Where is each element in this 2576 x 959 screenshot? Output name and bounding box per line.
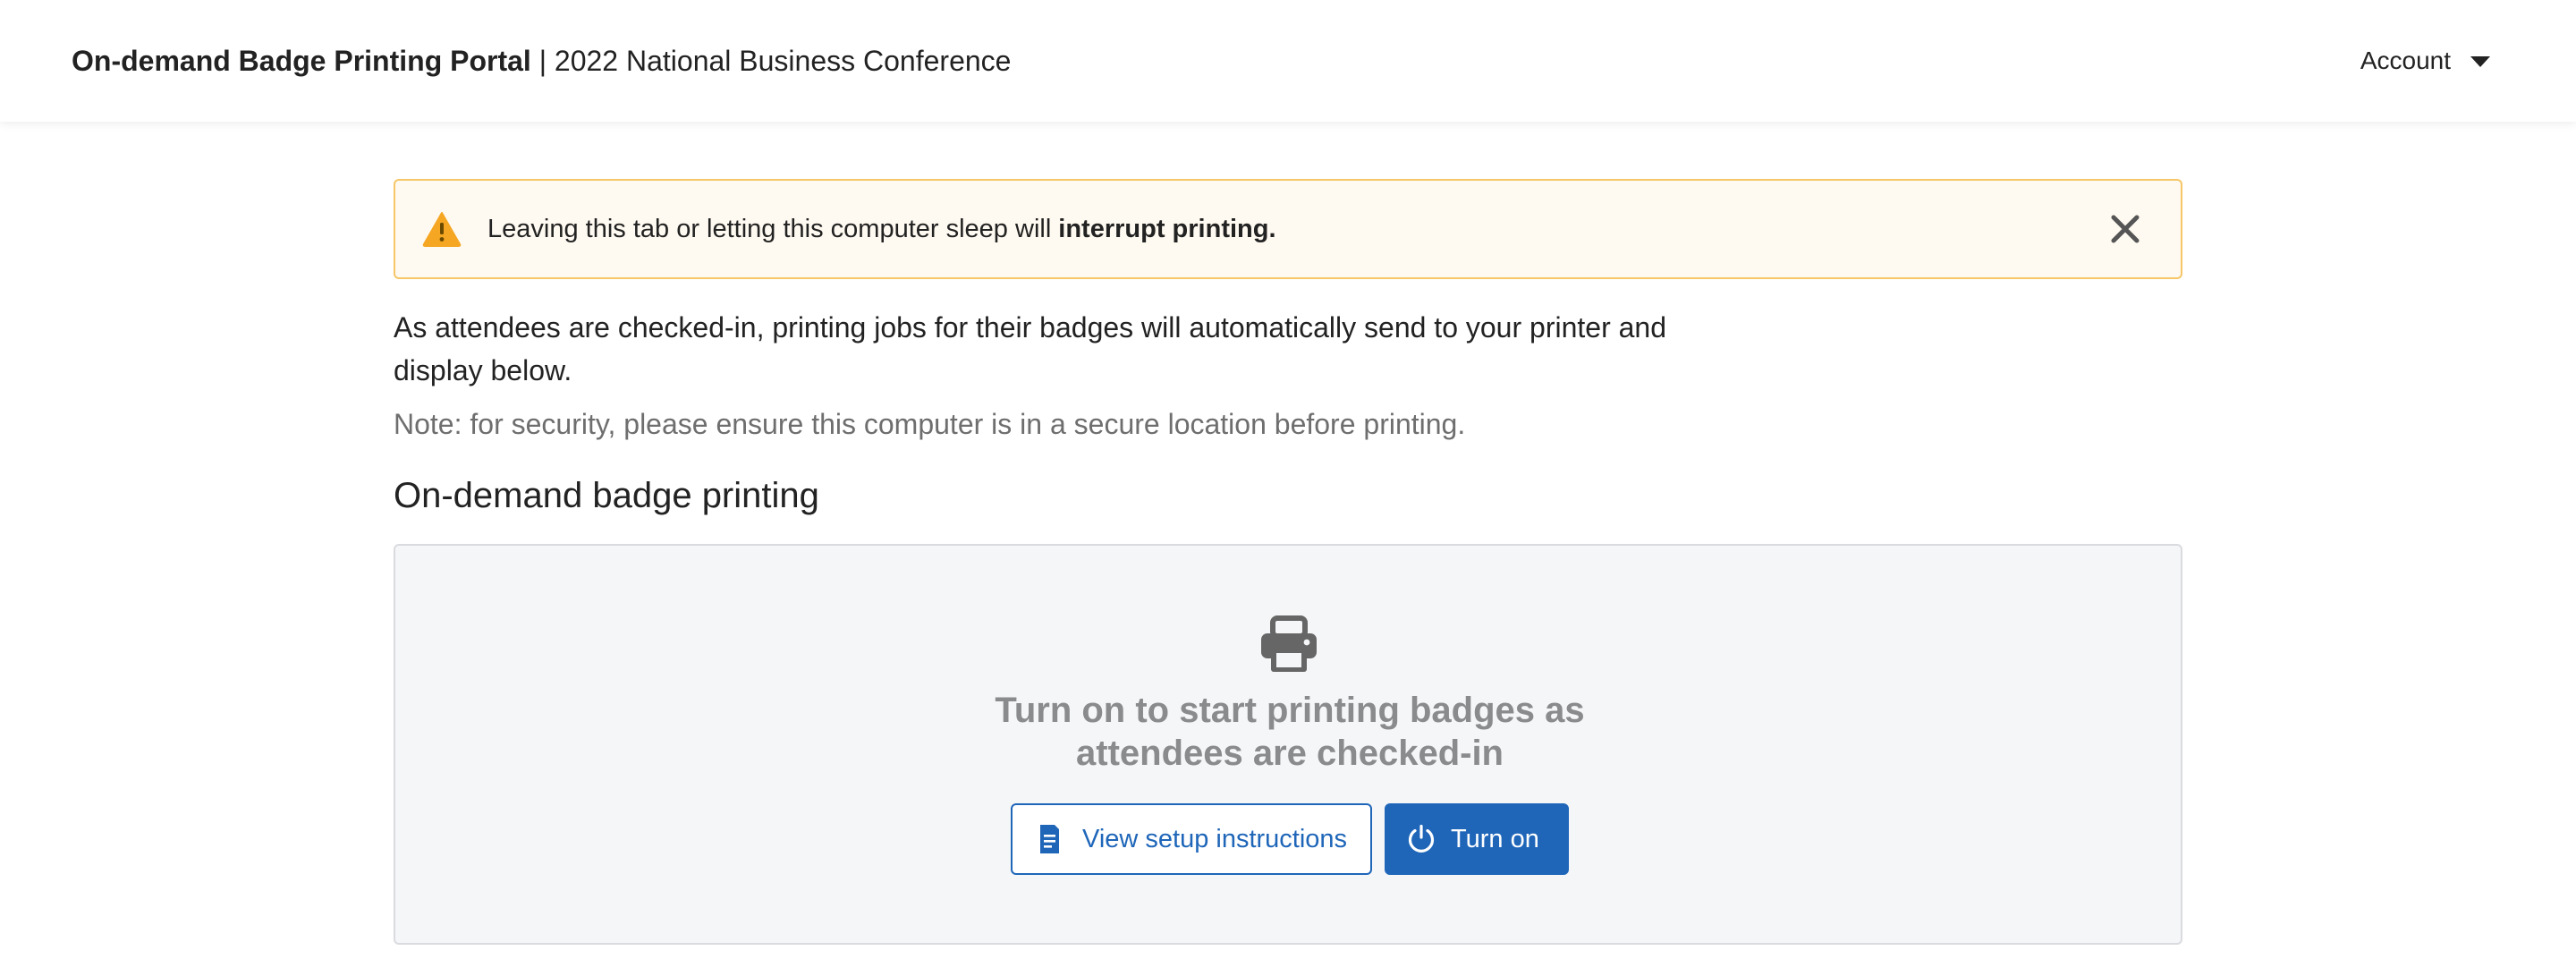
alert-emphasis: interrupt printing. bbox=[1058, 214, 1276, 243]
portal-name: On-demand Badge Printing Portal bbox=[72, 45, 531, 77]
panel-message: Turn on to start printing badges as atte… bbox=[995, 691, 1585, 773]
title-separator: | bbox=[530, 45, 555, 77]
alert-text: Leaving this tab or letting this compute… bbox=[487, 214, 1052, 243]
turn-on-label: Turn on bbox=[1451, 824, 1539, 853]
intro-text: As attendees are checked-in, printing jo… bbox=[394, 311, 1666, 386]
printing-status-panel: Turn on to start printing badges as atte… bbox=[394, 544, 2182, 945]
security-note: Note: for security, please ensure this c… bbox=[394, 408, 1466, 440]
warning-triangle-icon bbox=[422, 212, 462, 247]
power-icon bbox=[1408, 824, 1435, 853]
alert-message: Leaving this tab or letting this compute… bbox=[487, 181, 1276, 277]
main-content: Leaving this tab or letting this compute… bbox=[394, 179, 2182, 945]
close-icon[interactable] bbox=[2109, 213, 2141, 245]
turn-on-button[interactable]: Turn on bbox=[1385, 803, 1569, 875]
printer-icon bbox=[1261, 615, 1317, 672]
view-setup-instructions-label: View setup instructions bbox=[1082, 824, 1348, 853]
document-icon bbox=[1040, 825, 1059, 853]
sleep-warning-alert: Leaving this tab or letting this compute… bbox=[394, 179, 2182, 279]
app-header: On-demand Badge Printing Portal | 2022 N… bbox=[0, 0, 2576, 122]
account-menu[interactable]: Account bbox=[2360, 41, 2490, 81]
event-name: 2022 National Business Conference bbox=[554, 45, 1012, 77]
account-label: Account bbox=[2360, 47, 2451, 74]
app-title: On-demand Badge Printing Portal | 2022 N… bbox=[72, 41, 1011, 81]
view-setup-instructions-button[interactable]: View setup instructions bbox=[1011, 803, 1372, 875]
caret-down-icon bbox=[2470, 56, 2490, 67]
section-title: On-demand badge printing bbox=[394, 476, 819, 515]
